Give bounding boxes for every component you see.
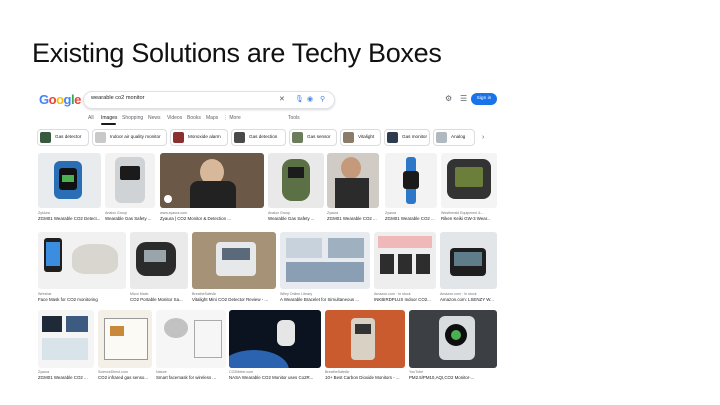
result-title[interactable]: ZGM01 Wearable CO2 Detect... [38,216,102,221]
result-source: Amazon.com · In stock [374,292,411,296]
image-result[interactable] [130,232,188,289]
tab-images[interactable]: Images [101,115,117,121]
result-source: Zyaura [38,370,50,374]
result-source: Micro Matic [130,292,149,296]
image-result[interactable] [156,310,226,368]
search-input[interactable]: wearable co2 monitor ✕ 🎙 ◉ ⚲ [83,91,335,109]
result-title[interactable]: CO2 Portable Monitor Sa... [130,297,190,302]
image-result[interactable] [385,153,437,208]
mic-icon[interactable]: 🎙 [295,95,304,103]
related-chips: Gas detector Indoor air quality monitor … [37,129,503,146]
tab-shopping[interactable]: Shopping [122,115,143,121]
image-result[interactable] [441,153,497,208]
result-source: Amazon.com · In stock [440,292,477,296]
image-result[interactable] [325,310,405,368]
image-result[interactable] [409,310,497,368]
result-source: Analox Group [105,211,127,215]
tab-news[interactable]: News [148,115,161,121]
tab-books[interactable]: Books [187,115,201,121]
image-result[interactable] [229,310,321,368]
result-source: Analox Group [268,211,290,215]
image-result[interactable] [38,310,94,368]
tools-button[interactable]: Tools [288,115,300,121]
tab-videos[interactable]: Videos [167,115,182,121]
image-result[interactable] [440,232,497,289]
result-title[interactable]: A Wearable Bracelet for Simultaneous ... [280,297,372,302]
chip[interactable]: Gas detection [231,129,286,146]
result-source: YouTube [409,370,424,374]
image-result[interactable] [38,232,126,289]
result-title[interactable]: 10+ Best Carbon Dioxide Monitors - ... [325,375,407,380]
result-source: Nature [156,370,167,374]
image-result[interactable] [374,232,436,289]
tab-more[interactable]: ⋮ More [223,115,241,121]
image-result[interactable] [98,310,152,368]
tab-maps[interactable]: Maps [206,115,218,121]
chip[interactable]: Monoxide alarm [170,129,228,146]
result-title[interactable]: Wearable Gas Safety ... [268,216,324,221]
result-title[interactable]: Amazon.com: LSENZY W... [440,297,500,302]
result-title[interactable]: CO2 infrared gas senso... [98,375,154,380]
clear-icon[interactable]: ✕ [279,95,285,103]
active-tab-indicator [101,123,116,125]
chip[interactable]: Indoor air quality monitor [92,129,167,146]
google-logo[interactable]: Google [39,92,81,107]
image-result[interactable] [38,153,101,208]
image-result[interactable] [268,153,324,208]
result-source: Zyaura [385,211,397,215]
google-images-screenshot: Google wearable co2 monitor ✕ 🎙 ◉ ⚲ ⚙ ☰ … [30,86,503,396]
gear-icon[interactable]: ⚙ [445,94,452,103]
image-result[interactable] [327,153,379,208]
lens-icon[interactable]: ◉ [307,95,313,103]
chip[interactable]: Gas detector [37,129,89,146]
chip[interactable]: Gas sensor [289,129,337,146]
result-title[interactable]: INKBIRDPLUS Indoor CO2... [374,297,438,302]
result-source: www.zyaura.com [160,211,188,215]
result-source: Zyklura [38,211,50,215]
search-icon[interactable]: ⚲ [320,95,325,103]
result-title[interactable]: Zyaura | CO2 Monitor & Detection ... [160,216,264,221]
result-title[interactable]: PM2.5/PM10,AQI,CO2 Monitor-... [409,375,497,380]
result-title[interactable]: Riken Keiki GW-3 Wear... [441,216,499,221]
result-source: BreatheSafeAir [192,292,217,296]
result-source: Zyaura [327,211,339,215]
result-title[interactable]: ZGM01 Wearable CO2 ... [38,375,96,380]
image-result[interactable] [160,153,264,208]
slide-title: Existing Solutions are Techy Boxes [32,38,442,68]
apps-icon[interactable]: ☰ [460,94,467,103]
chip[interactable]: Analog [433,129,475,146]
result-title[interactable]: Wearable Gas Safety ... [105,216,157,221]
chip[interactable]: Gas monitor [384,129,430,146]
result-source: Westherald Equipment &... [441,211,484,215]
chip[interactable]: Vitalight [340,129,381,146]
chevron-right-icon[interactable]: › [482,134,484,141]
result-title[interactable]: NASA Wearable CO2 Monitor uses Co2R... [229,375,323,380]
result-source: Wiley Online Library [280,292,313,296]
image-result[interactable] [105,153,155,208]
tab-all[interactable]: All [88,115,94,121]
result-source: BreatheSafeAir [325,370,350,374]
image-result[interactable] [192,232,276,289]
result-source: CO2Meter.com [229,370,254,374]
result-title[interactable]: Face Mask for CO2 monitoring [38,297,128,302]
sign-in-button[interactable]: Sign in [471,93,497,105]
search-query: wearable co2 monitor [91,95,145,101]
result-title[interactable]: Vitalight Mini CO2 Detector Review - ... [192,297,278,302]
result-title[interactable]: ZGM01 Wearable CO2 ... [327,216,381,221]
result-source: ScienceDirect.com [98,370,128,374]
image-result[interactable] [280,232,370,289]
result-title[interactable]: Smart facemask for wireless ... [156,375,228,380]
search-header: Google wearable co2 monitor ✕ 🎙 ◉ ⚲ ⚙ ☰ … [30,86,503,112]
result-source: Wrexbar [38,292,52,296]
result-title[interactable]: ZGM01 Wearable CO2 ... [385,216,439,221]
